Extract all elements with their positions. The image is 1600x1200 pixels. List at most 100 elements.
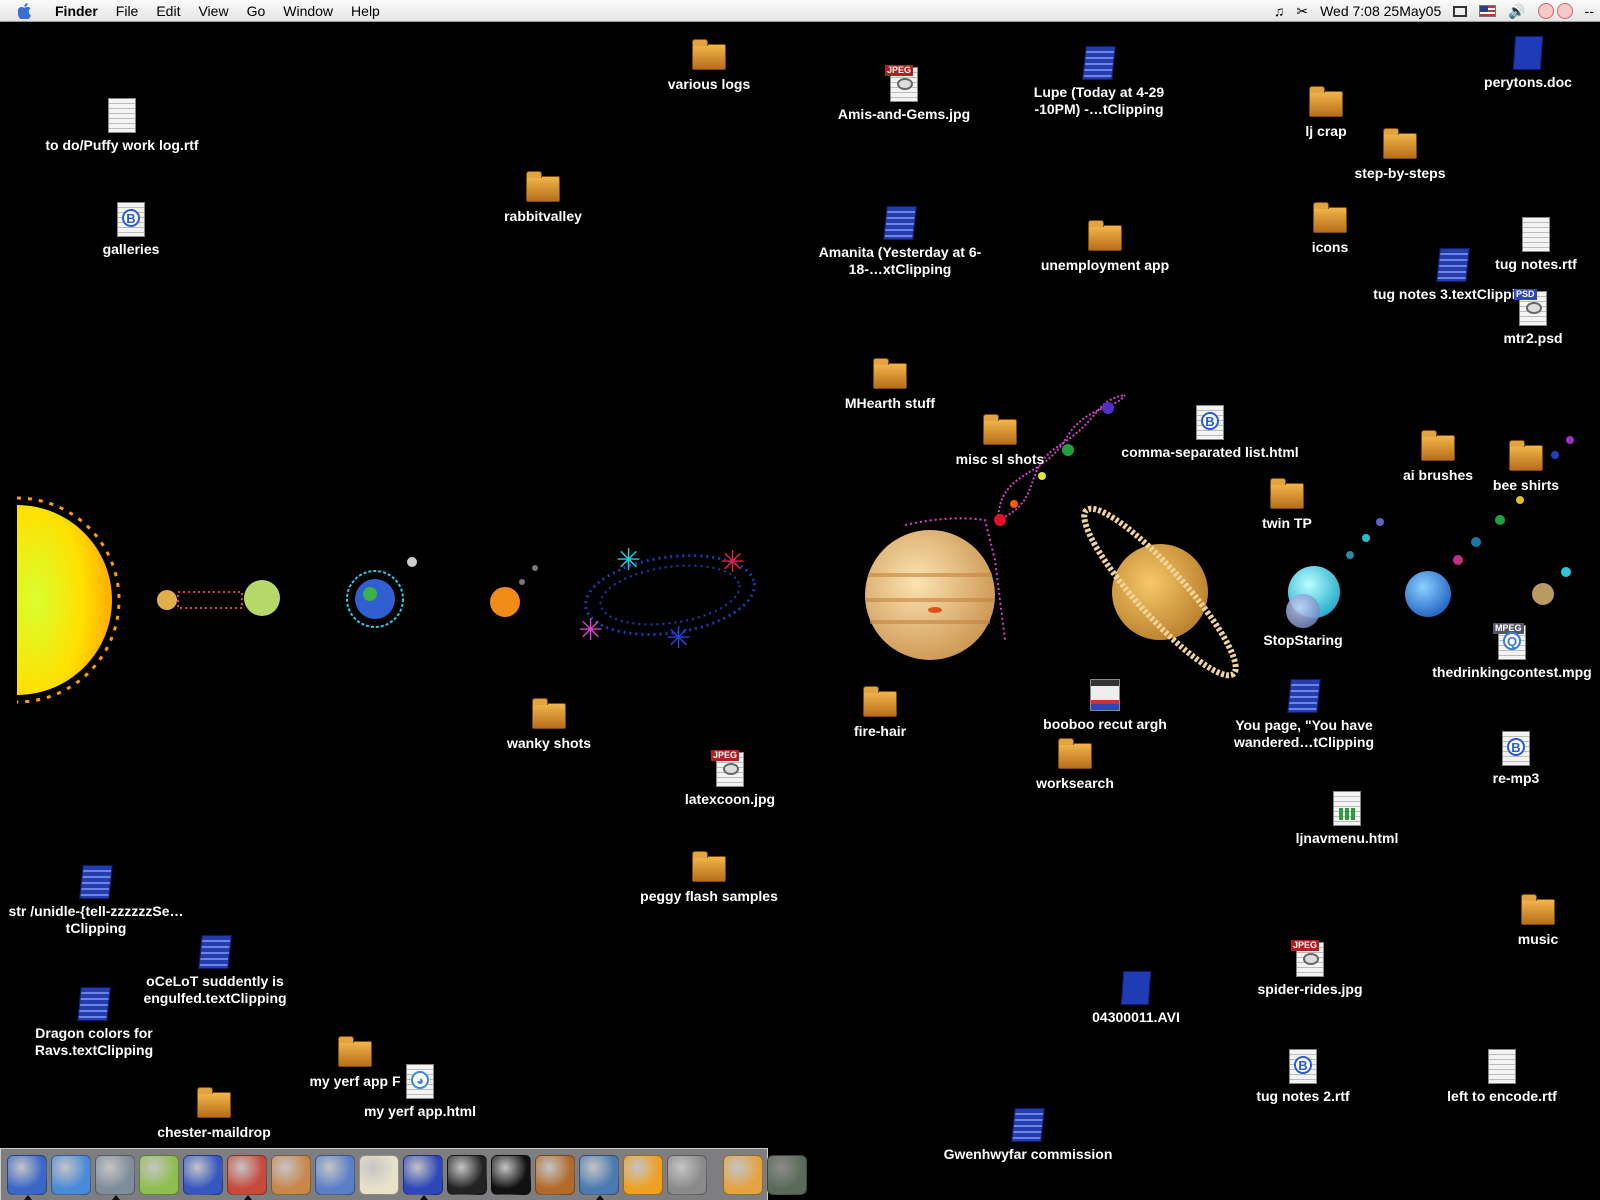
finder-icon[interactable] [7, 1154, 47, 1200]
desktop-icon-mhearth-stuff[interactable]: MHearth stuff [800, 355, 980, 412]
avi-file-icon [1120, 971, 1152, 1005]
dock-apps [5, 1154, 709, 1200]
desktop-icon-wanky-shots[interactable]: wanky shots [459, 695, 639, 752]
psd-document-icon: PSD [1514, 289, 1547, 326]
safari-icon[interactable] [51, 1154, 91, 1195]
desktop-icon-fire-hair[interactable]: fire-hair [790, 683, 970, 740]
desktop-icon-thedrinkingcontest[interactable]: MPEG Q thedrinkingcontest.mpg [1422, 623, 1600, 681]
desktop-icon-ljnavmenu[interactable]: ljnavmenu.html [1257, 790, 1437, 847]
earth-graphic [346, 557, 417, 628]
bbedit-document-icon: B [1502, 731, 1530, 766]
folder-icon [692, 39, 726, 70]
mpeg-document-icon: MPEG Q [1493, 623, 1526, 660]
display-icon[interactable] [1447, 5, 1473, 17]
iphoto-icon[interactable] [183, 1154, 223, 1195]
us-flag-icon[interactable] [1473, 5, 1502, 17]
desktop-icon-you-page-clipping[interactable]: You page, "You have wandered…tClipping [1214, 677, 1394, 751]
desktop-icon-comma-separated-list[interactable]: B comma-separated list.html [1120, 404, 1300, 461]
desktop-icon-re-mp3[interactable]: B re-mp3 [1426, 730, 1600, 787]
desktop-icon-latexcoon[interactable]: JPEG latexcoon.jpg [640, 750, 820, 808]
menu-bar: Finder File Edit View Go Window Help ♫ ✂… [0, 0, 1600, 22]
sun-graphic [16, 496, 121, 704]
rtf-document-icon [108, 98, 136, 133]
desktop-icon-amanita-clipping[interactable]: Amanita (Yesterday at 6-18-…xtClipping [810, 204, 990, 278]
desktop-icon-rabbitvalley[interactable]: rabbitvalley [453, 168, 633, 225]
status-faces-icon[interactable] [1532, 3, 1579, 19]
desktop-icon-twin-tp[interactable]: twin TP [1197, 475, 1377, 532]
folder-icon [1286, 594, 1320, 628]
running-indicator [112, 1194, 120, 1200]
documents-folder-icon[interactable] [723, 1154, 763, 1195]
desktop-icon-spider-rides[interactable]: JPEG spider-rides.jpg [1220, 940, 1400, 998]
safari-document-icon: ◕ [406, 1064, 434, 1099]
menu-file[interactable]: File [107, 0, 148, 22]
desktop-icon-mtr2-psd[interactable]: PSD mtr2.psd [1443, 289, 1600, 347]
portrait-app-icon[interactable] [271, 1154, 311, 1195]
desktop-icon-left-to-encode[interactable]: left to encode.rtf [1412, 1048, 1592, 1105]
running-indicator [596, 1194, 604, 1200]
preview-icon[interactable] [315, 1154, 355, 1195]
jupiter-graphic [865, 517, 1006, 660]
desktop-icon-gwenhwyfar-commission[interactable]: Gwenhwyfar commission [938, 1106, 1118, 1163]
desktop-icon-unemployment-app[interactable]: unemployment app [1015, 217, 1195, 274]
desktop-icon-dragon-colors-clipping[interactable]: Dragon colors for Ravs.textClipping [4, 985, 184, 1059]
folder-icon [1309, 86, 1343, 117]
desktop-icon-peggy-flash-samples[interactable]: peggy flash samples [619, 848, 799, 905]
scissors-icon[interactable]: ✂ [1290, 0, 1314, 22]
itunes-icon[interactable] [139, 1154, 179, 1195]
mercury-venus-graphic [157, 580, 280, 616]
menu-help[interactable]: Help [342, 0, 389, 22]
jpeg-document-icon: JPEG [1291, 940, 1324, 977]
textedit-icon[interactable] [359, 1154, 399, 1195]
folder-icon [1058, 738, 1092, 769]
folder-icon [1383, 128, 1417, 159]
jpeg-document-icon: JPEG [885, 65, 918, 102]
menu-go[interactable]: Go [238, 0, 275, 22]
menu-clock[interactable]: Wed 7:08 25May05 [1314, 0, 1447, 22]
menu-finder[interactable]: Finder [46, 0, 107, 22]
desktop-icon-my-yerf-app-html[interactable]: ◕ my yerf app.html [330, 1063, 510, 1120]
mail-icon[interactable] [579, 1154, 619, 1200]
desktop-icon-bee-shirts[interactable]: bee shirts [1436, 437, 1600, 494]
desktop-icon-perytons-doc[interactable]: perytons.doc [1438, 34, 1600, 91]
desktop-icon-music[interactable]: music [1448, 891, 1600, 948]
desktop-icon-todo-puffy-work-log[interactable]: to do/Puffy work log.rtf [32, 97, 212, 154]
desktop-icon-misc-sl-shots[interactable]: misc sl shots [910, 411, 1090, 468]
text-clipping-icon [77, 987, 111, 1021]
desktop-icon-step-by-steps[interactable]: step-by-steps [1310, 125, 1490, 182]
bbedit-document-icon: B [1196, 405, 1224, 440]
sunburst-icon[interactable] [623, 1154, 663, 1195]
music-note-icon[interactable]: ♫ [1268, 0, 1291, 22]
desktop-icon-booboo-recut-argh[interactable]: booboo recut argh [1015, 676, 1195, 733]
text-clipping-icon [1287, 679, 1321, 713]
menu-window[interactable]: Window [274, 0, 342, 22]
dock-right-section [721, 1154, 809, 1195]
pencil-icon[interactable] [227, 1154, 267, 1200]
text-clipping-icon [198, 935, 232, 969]
desktop-icon-worksearch[interactable]: worksearch [985, 735, 1165, 792]
movie-file-icon [1090, 679, 1120, 711]
desktop-icon-amis-and-gems[interactable]: JPEG Amis-and-Gems.jpg [814, 65, 994, 123]
trash-icon[interactable] [767, 1154, 807, 1195]
system-preferences-icon[interactable] [95, 1154, 135, 1200]
menu-view[interactable]: View [189, 0, 237, 22]
desktop-icon-tug-notes-2-rtf[interactable]: B tug notes 2.rtf [1213, 1048, 1393, 1105]
chat-icon[interactable] [535, 1154, 575, 1195]
desktop-icon-lupe-clipping[interactable]: Lupe (Today at 4-29 -10PM) -…tClipping [1009, 44, 1189, 118]
bbedit-icon[interactable] [403, 1154, 443, 1200]
terminal-icon[interactable] [491, 1154, 531, 1195]
volume-icon[interactable]: 🔊 [1502, 0, 1531, 22]
desktop-icon-stopstaring[interactable]: StopStaring [1213, 592, 1393, 649]
menu-edit[interactable]: Edit [147, 0, 189, 22]
myople-icon[interactable] [447, 1154, 487, 1195]
text-clipping-icon [79, 865, 113, 899]
desktop-icon-str-unidle-clipping[interactable]: str /unidle-{tell-zzzzzzSe…tClipping [6, 863, 186, 937]
folder-icon [863, 686, 897, 717]
desktop-icon-04300011-avi[interactable]: 04300011.AVI [1046, 969, 1226, 1026]
status-dashes-icon: -- [1584, 3, 1594, 19]
desktop-icon-various-logs[interactable]: various logs [619, 36, 799, 93]
desktop-icon-chester-maildrop[interactable]: chester-maildrop [124, 1084, 304, 1141]
apple-menu-icon[interactable] [14, 0, 36, 22]
moon-icon[interactable] [667, 1154, 707, 1195]
desktop-icon-galleries[interactable]: B galleries [41, 201, 221, 258]
